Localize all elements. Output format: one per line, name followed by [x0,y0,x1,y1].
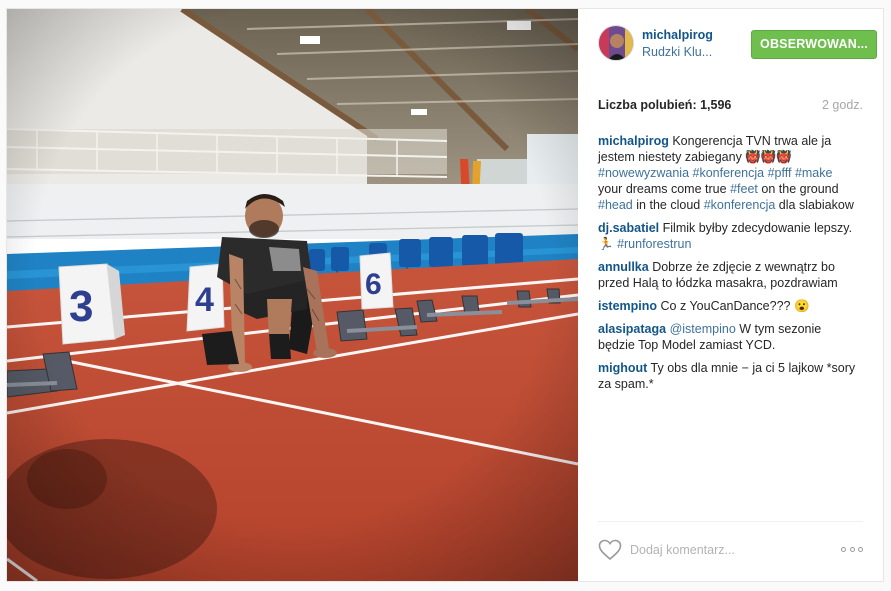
athletics-track-photo: 3 4 6 [7,9,578,581]
caption-word: the [649,198,667,212]
add-comment-input[interactable] [630,540,820,560]
dot [841,546,846,552]
likes-label: Liczba polubień: [598,98,697,112]
caption-word: true [705,182,727,196]
likes-row: Liczba polubień: 1,596 2 godz. [598,98,863,116]
comment: annullka Dobrze że zdjęcie z wewnątrz bo… [598,259,858,291]
dot [849,546,855,552]
avatar-icon [599,26,633,60]
hashtag[interactable]: #nowewyzwania [598,166,689,180]
caption-word: in [636,198,646,212]
location-link[interactable]: Rudzki Klu... [642,45,712,59]
avatar[interactable] [598,25,634,61]
post-time[interactable]: 2 godz. [822,98,863,112]
caption-word: ground [799,182,839,196]
heart-outline-icon[interactable] [598,539,622,561]
caption-word: on [761,182,776,196]
follow-button[interactable]: OBSERWOWAN... [751,30,877,59]
comment-username[interactable]: mighout [598,361,647,375]
hashtag[interactable]: #feet [730,182,758,196]
caption-username[interactable]: michalpirog [598,134,669,148]
caption-word: your [598,182,623,196]
caption-word: cloud [670,198,701,212]
comment-text: Co z YouCanDance??? 😮 [660,299,810,313]
comment-username[interactable]: alasipataga [598,322,666,336]
likes-count[interactable]: 1,596 [700,98,731,112]
comments-list: michalpirog Kongerencja TVN trwa ale ja … [598,133,858,399]
comment: mighout Ty obs dla mnie − ja ci 5 lajkow… [598,360,858,392]
comment-username[interactable]: annullka [598,260,649,274]
username-link[interactable]: michalpirog [642,28,713,42]
comment-username[interactable]: istempino [598,299,657,313]
ellipsis-icon[interactable] [841,544,863,554]
comment-username[interactable]: dj.sabatiel [598,221,659,235]
mention-link[interactable]: @istempino [670,322,736,336]
footer-divider [598,521,863,522]
comment: alasipataga @istempino W tym sezonie będ… [598,321,858,353]
post-photo[interactable]: 3 4 6 [7,9,578,581]
dot [858,546,863,552]
instagram-post: 3 4 6 [6,8,884,582]
caption-word: dla [778,198,796,212]
hashtag[interactable]: #konferencja [693,166,765,180]
hashtag[interactable]: #make [795,166,833,180]
caption-word: come [670,182,702,196]
post-footer [598,531,863,571]
caption-word: slabiakow [798,198,854,212]
hashtag[interactable]: #runforestrun [617,237,691,251]
caption-word: the [778,182,797,196]
hashtag[interactable]: #konferencja [704,198,776,212]
hashtag[interactable]: #head [598,198,633,212]
post-sidebar: michalpirog Rudzki Klu... OBSERWOWAN... … [578,9,883,581]
caption-hashtags: #nowewyzwania #konferencja #pfff #make y… [598,166,854,212]
hashtag[interactable]: #pfff [768,166,792,180]
caption: michalpirog Kongerencja TVN trwa ale ja … [598,133,858,213]
comment: dj.sabatiel Filmik byłby zdecydowanie le… [598,220,858,252]
post-header: michalpirog Rudzki Klu... OBSERWOWAN... [598,25,877,65]
comment: istempino Co z YouCanDance??? 😮 [598,298,858,314]
caption-word: dreams [625,182,668,196]
